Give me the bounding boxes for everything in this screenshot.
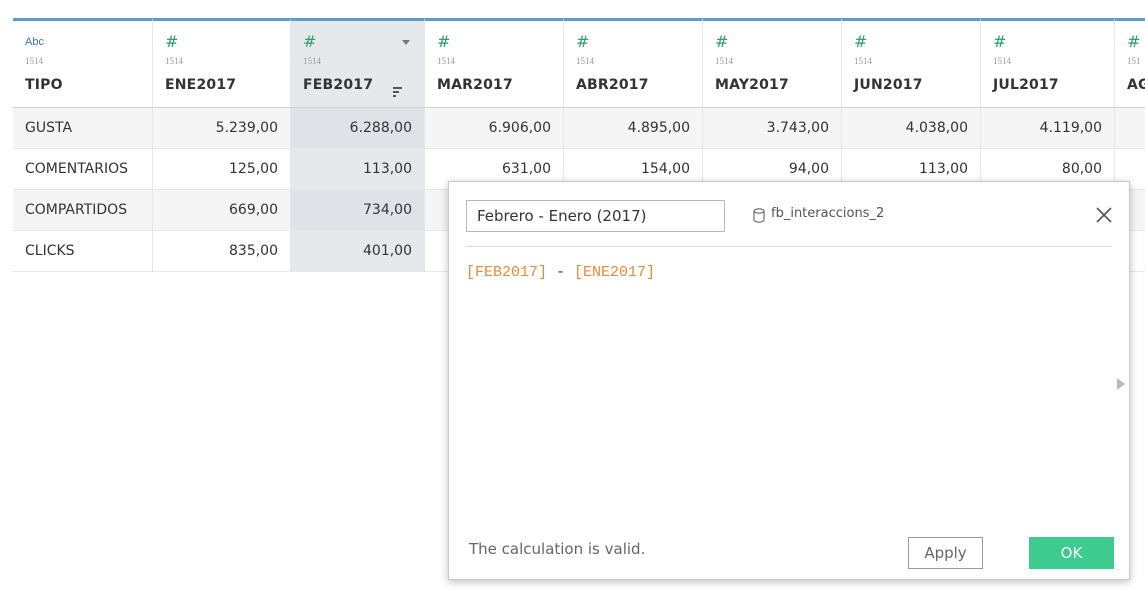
column-name: ABR2017 bbox=[576, 77, 649, 93]
column-header-ag[interactable]: # 151 AG bbox=[1115, 18, 1145, 108]
database-icon bbox=[753, 208, 765, 223]
column-header-may2017[interactable]: # 1514 MAY2017 bbox=[703, 18, 842, 108]
table-cell: 4.895,00 bbox=[564, 108, 703, 148]
hash-icon: # bbox=[437, 32, 451, 51]
expand-panel-icon[interactable] bbox=[1117, 378, 1125, 390]
formula-editor[interactable]: [FEB2017] - [ENE2017] bbox=[466, 264, 1112, 534]
table-cell: 125,00 bbox=[153, 149, 291, 189]
column-name: MAY2017 bbox=[715, 77, 789, 93]
field-reference: [FEB2017] bbox=[466, 264, 548, 281]
column-header-feb2017[interactable]: # 1514 FEB2017 bbox=[291, 18, 425, 108]
column-source: 1514 bbox=[25, 56, 43, 66]
column-name: FEB2017 bbox=[303, 77, 374, 93]
table-cell: 6.906,00 bbox=[425, 108, 564, 148]
table-cell: COMENTARIOS bbox=[13, 149, 153, 189]
chevron-down-icon[interactable] bbox=[402, 40, 410, 45]
column-header-jul2017[interactable]: # 1514 JUL2017 bbox=[981, 18, 1115, 108]
table-cell: CLICKS bbox=[13, 231, 153, 271]
apply-button[interactable]: Apply bbox=[908, 537, 983, 569]
table-cell: COMPARTIDOS bbox=[13, 190, 153, 230]
column-name: MAR2017 bbox=[437, 77, 513, 93]
hash-icon: # bbox=[993, 32, 1007, 51]
divider bbox=[466, 246, 1112, 247]
field-reference: [ENE2017] bbox=[574, 264, 656, 281]
table-cell: 3.743,00 bbox=[703, 108, 842, 148]
column-name: TIPO bbox=[25, 77, 63, 93]
column-source: 1514 bbox=[576, 56, 594, 66]
table-cell: 401,00 bbox=[291, 231, 425, 271]
column-source: 1514 bbox=[715, 56, 733, 66]
column-header-tipo[interactable]: Abc 1514 TIPO bbox=[13, 18, 153, 108]
formula-operator: - bbox=[547, 264, 575, 281]
column-source: 151 bbox=[1127, 56, 1141, 66]
calculation-dialog: fb_interaccions_2 [FEB2017] - [ENE2017] … bbox=[448, 181, 1130, 580]
close-icon[interactable] bbox=[1093, 204, 1115, 226]
column-header-abr2017[interactable]: # 1514 ABR2017 bbox=[564, 18, 703, 108]
hash-icon: # bbox=[576, 32, 590, 51]
column-source: 1514 bbox=[854, 56, 872, 66]
column-source: 1514 bbox=[437, 56, 455, 66]
column-source: 1514 bbox=[165, 56, 183, 66]
abc-icon: Abc bbox=[25, 36, 44, 48]
column-header-mar2017[interactable]: # 1514 MAR2017 bbox=[425, 18, 564, 108]
table-cell: GUSTA bbox=[13, 108, 153, 148]
sort-icon[interactable] bbox=[393, 87, 402, 97]
table-cell: 5.239,00 bbox=[153, 108, 291, 148]
column-name: JUN2017 bbox=[854, 77, 923, 93]
table-cell: 669,00 bbox=[153, 190, 291, 230]
hash-icon: # bbox=[165, 32, 179, 51]
column-source: 1514 bbox=[993, 56, 1011, 66]
column-name: ENE2017 bbox=[165, 77, 237, 93]
column-name: AG bbox=[1127, 77, 1145, 93]
hash-icon: # bbox=[715, 32, 729, 51]
table-cell: 835,00 bbox=[153, 231, 291, 271]
grid-header: Abc 1514 TIPO # 1514 ENE2017 # 1514 FEB2… bbox=[13, 18, 1145, 108]
table-row: GUSTA 5.239,00 6.288,00 6.906,00 4.895,0… bbox=[13, 108, 1145, 149]
table-cell: 4.119,00 bbox=[981, 108, 1115, 148]
ok-button[interactable]: OK bbox=[1029, 537, 1114, 569]
column-header-ene2017[interactable]: # 1514 ENE2017 bbox=[153, 18, 291, 108]
table-cell: 6.288,00 bbox=[291, 108, 425, 148]
column-header-jun2017[interactable]: # 1514 JUN2017 bbox=[842, 18, 981, 108]
validation-status: The calculation is valid. bbox=[469, 540, 646, 558]
hash-icon: # bbox=[1127, 32, 1141, 51]
column-name: JUL2017 bbox=[993, 77, 1059, 93]
table-cell: 4.038,00 bbox=[842, 108, 981, 148]
table-cell bbox=[1115, 108, 1145, 148]
table-cell: 734,00 bbox=[291, 190, 425, 230]
column-source: 1514 bbox=[303, 56, 321, 66]
hash-icon: # bbox=[854, 32, 868, 51]
calculation-name-input[interactable] bbox=[466, 200, 725, 232]
datasource-label: fb_interaccions_2 bbox=[771, 206, 885, 221]
table-cell: 113,00 bbox=[291, 149, 425, 189]
